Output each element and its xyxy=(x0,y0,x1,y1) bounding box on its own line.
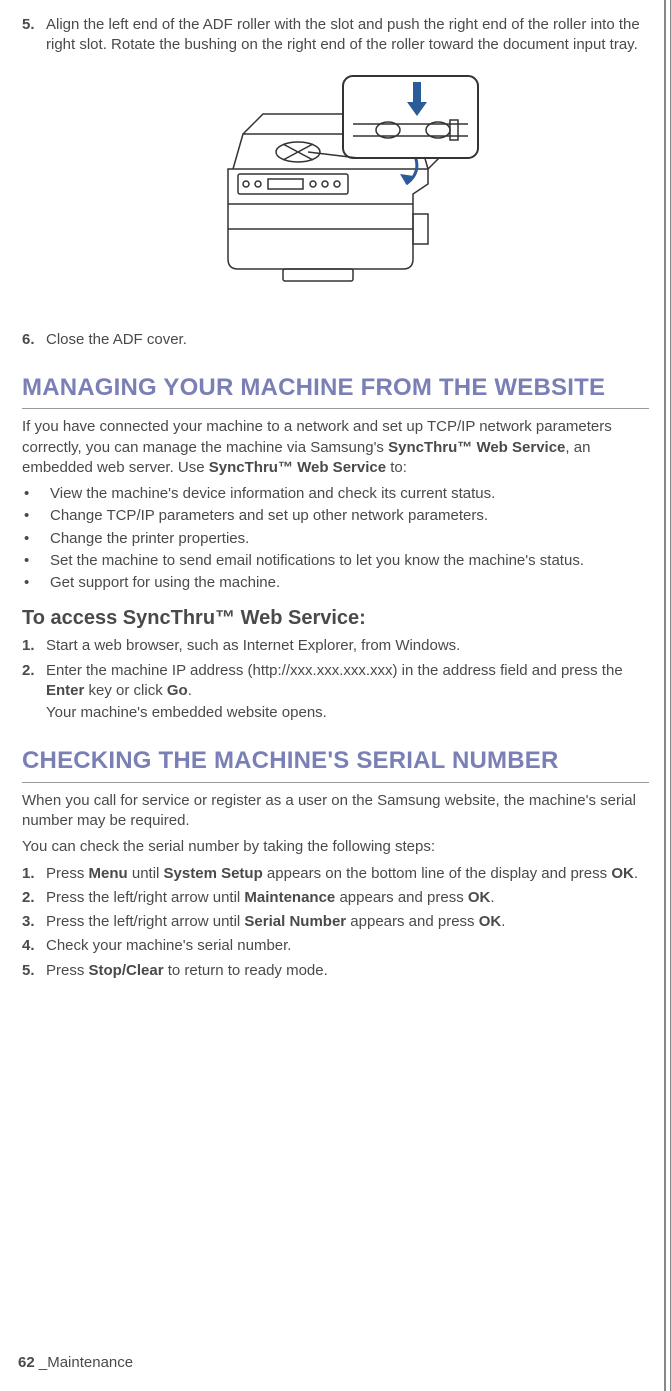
step-text: Press the left/right arrow until Serial … xyxy=(46,912,649,932)
step-text: Start a web browser, such as Internet Ex… xyxy=(46,636,649,656)
text-bold: Serial Number xyxy=(244,913,346,930)
list-item: Set the machine to send email notificati… xyxy=(22,551,649,571)
website-bullet-list: View the machine's device information an… xyxy=(22,484,649,593)
step-text: Close the ADF cover. xyxy=(46,330,649,350)
access-step-1: 1. Start a web browser, such as Internet… xyxy=(22,636,649,656)
step-text: Press Stop/Clear to return to ready mode… xyxy=(46,961,649,981)
text-bold: Menu xyxy=(89,865,128,882)
page-border-decoration xyxy=(664,0,666,1391)
text-bold: OK xyxy=(611,865,634,882)
page-number: 62 xyxy=(18,1354,35,1371)
step-number: 5. xyxy=(22,961,46,981)
serial-step-4: 4. Check your machine's serial number. xyxy=(22,936,649,956)
serial-intro-2: You can check the serial number by takin… xyxy=(22,837,649,857)
step-number: 6. xyxy=(22,330,46,350)
step-number: 1. xyxy=(22,864,46,884)
text-segment: Press the left/right arrow until xyxy=(46,913,244,930)
section-rule xyxy=(22,782,649,783)
website-intro: If you have connected your machine to a … xyxy=(22,417,649,478)
text-segment: Press the left/right arrow until xyxy=(46,889,244,906)
intro-bold: SyncThru™ Web Service xyxy=(388,439,565,456)
bullet-text: View the machine's device information an… xyxy=(50,484,495,504)
adf-steps-list-2: 6. Close the ADF cover. xyxy=(22,330,649,350)
step-text: Check your machine's serial number. xyxy=(46,936,649,956)
step-5: 5. Align the left end of the ADF roller … xyxy=(22,15,649,56)
text-segment: appears and press xyxy=(346,913,479,930)
serial-step-1: 1. Press Menu until System Setup appears… xyxy=(22,864,649,884)
text-segment: Press xyxy=(46,865,89,882)
text-segment: . xyxy=(501,913,505,930)
adf-steps-list: 5. Align the left end of the ADF roller … xyxy=(22,15,649,56)
list-item: Change TCP/IP parameters and set up othe… xyxy=(22,506,649,526)
text-segment: Press xyxy=(46,962,89,979)
step-number: 5. xyxy=(22,15,46,56)
access-step-2: 2. Enter the machine IP address (http://… xyxy=(22,661,649,724)
bullet-text: Get support for using the machine. xyxy=(50,573,280,593)
section-heading-serial: CHECKING THE MACHINE'S SERIAL NUMBER xyxy=(22,745,649,777)
text-segment: Enter the machine IP address (http://xxx… xyxy=(46,662,623,679)
text-bold: OK xyxy=(468,889,491,906)
text-segment: . xyxy=(188,682,192,699)
list-item: Change the printer properties. xyxy=(22,529,649,549)
bullet-text: Set the machine to send email notificati… xyxy=(50,551,584,571)
step-number: 2. xyxy=(22,661,46,724)
text-segment: . xyxy=(634,865,638,882)
section-rule xyxy=(22,408,649,409)
list-item: Get support for using the machine. xyxy=(22,573,649,593)
step-number: 3. xyxy=(22,912,46,932)
step-6: 6. Close the ADF cover. xyxy=(22,330,649,350)
bullet-text: Change the printer properties. xyxy=(50,529,249,549)
text-bold: Go xyxy=(167,682,188,699)
step-text: Align the left end of the ADF roller wit… xyxy=(46,15,649,56)
serial-intro-1: When you call for service or register as… xyxy=(22,791,649,832)
text-bold: Enter xyxy=(46,682,84,699)
footer-label: _Maintenance xyxy=(39,1354,133,1371)
text-segment: appears on the bottom line of the displa… xyxy=(263,865,612,882)
page-footer: 62 _Maintenance xyxy=(18,1353,133,1373)
printer-illustration xyxy=(22,74,649,300)
step-text: Press Menu until System Setup appears on… xyxy=(46,864,649,884)
text-segment: until xyxy=(128,865,164,882)
serial-step-3: 3. Press the left/right arrow until Seri… xyxy=(22,912,649,932)
bullet-text: Change TCP/IP parameters and set up othe… xyxy=(50,506,488,526)
step-text: Enter the machine IP address (http://xxx… xyxy=(46,661,649,724)
step-number: 2. xyxy=(22,888,46,908)
serial-step-2: 2. Press the left/right arrow until Main… xyxy=(22,888,649,908)
text-bold: Stop/Clear xyxy=(89,962,164,979)
access-steps-list: 1. Start a web browser, such as Internet… xyxy=(22,636,649,723)
serial-steps-list: 1. Press Menu until System Setup appears… xyxy=(22,864,649,981)
text-segment: key or click xyxy=(84,682,167,699)
step-subtext: Your machine's embedded website opens. xyxy=(46,703,649,723)
text-segment: to return to ready mode. xyxy=(164,962,328,979)
step-text: Press the left/right arrow until Mainten… xyxy=(46,888,649,908)
text-bold: System Setup xyxy=(164,865,263,882)
intro-bold: SyncThru™ Web Service xyxy=(209,459,386,476)
serial-step-5: 5. Press Stop/Clear to return to ready m… xyxy=(22,961,649,981)
intro-text: to: xyxy=(386,459,407,476)
list-item: View the machine's device information an… xyxy=(22,484,649,504)
subsection-heading-access: To access SyncThru™ Web Service: xyxy=(22,605,649,632)
text-segment: . xyxy=(490,889,494,906)
step-number: 1. xyxy=(22,636,46,656)
text-bold: Maintenance xyxy=(244,889,335,906)
text-segment: appears and press xyxy=(335,889,468,906)
section-heading-website: MANAGING YOUR MACHINE FROM THE WEBSITE xyxy=(22,372,649,404)
step-number: 4. xyxy=(22,936,46,956)
text-bold: OK xyxy=(479,913,502,930)
